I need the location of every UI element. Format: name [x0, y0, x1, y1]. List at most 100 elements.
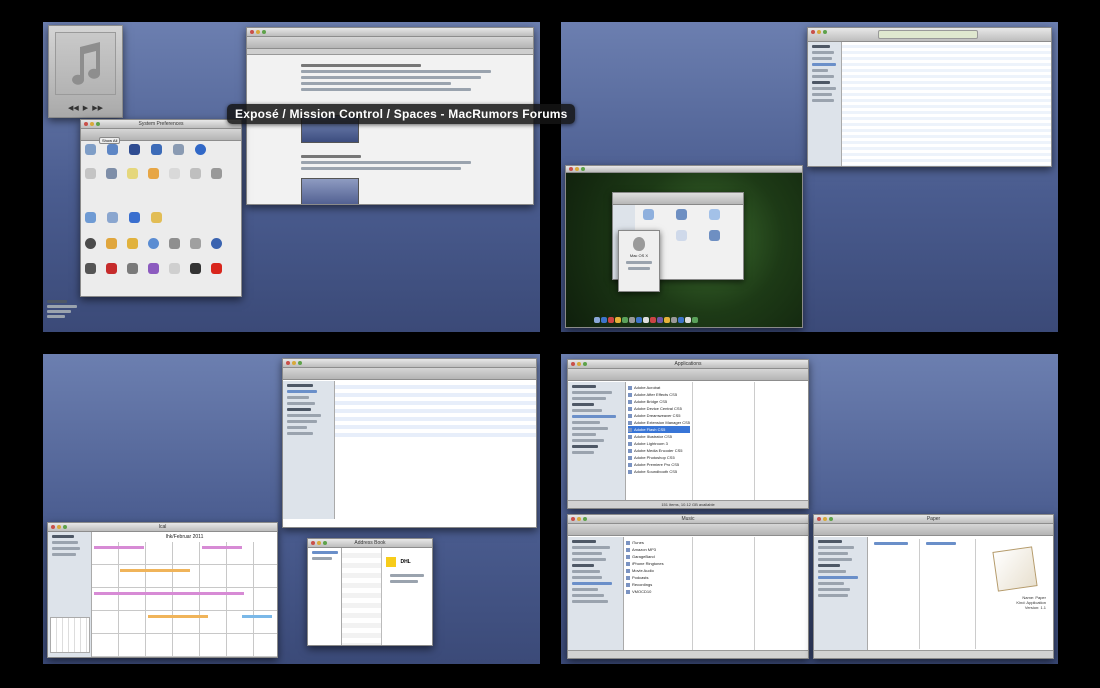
space-3[interactable]: Ical Ihk/Februar 2011 Address Book DHL	[43, 354, 540, 664]
mail-toolbar[interactable]	[283, 368, 536, 380]
screenshot-thumbnail-2[interactable]	[301, 178, 359, 204]
paper-toolbar[interactable]	[814, 524, 1053, 536]
music-titlebar[interactable]: Music	[568, 515, 808, 524]
music-column[interactable]: iTunes Amazon MP3 GarageBand iPhone Rington…	[626, 539, 690, 649]
application-item[interactable]: Adobe Soundbooth CS5	[628, 468, 690, 475]
ical-window[interactable]: Ical Ihk/Februar 2011	[47, 522, 278, 658]
browser-titlebar[interactable]	[247, 28, 533, 37]
mail-message-list[interactable]	[335, 381, 536, 437]
finder-paper-window[interactable]: Paper Name: Paper Kind: Application Versio…	[813, 514, 1054, 659]
paper-titlebar[interactable]: Paper	[814, 515, 1053, 524]
date-time-icon[interactable]	[106, 238, 117, 249]
address-book-titlebar[interactable]: Address Book	[308, 539, 432, 548]
network-icon[interactable]	[107, 212, 118, 223]
previous-icon[interactable]: ◀◀	[68, 104, 79, 112]
finder-applications-window[interactable]: Applications Adobe Acrobat Adobe After Ef…	[567, 359, 809, 509]
application-item[interactable]: Adobe Device Central CS5	[628, 405, 690, 412]
divx-icon[interactable]	[127, 263, 138, 274]
browser-toolbar[interactable]	[247, 37, 533, 49]
music-toolbar[interactable]	[568, 524, 808, 536]
startup-disk-icon[interactable]	[190, 238, 201, 249]
vmware-icon[interactable]	[211, 263, 222, 274]
trackpad-icon[interactable]	[190, 168, 201, 179]
music-item[interactable]: Podcasts	[626, 574, 690, 581]
leaf-desktop-window[interactable]: Mac OS X	[565, 165, 803, 328]
mail-mailboxes[interactable]	[283, 381, 335, 519]
month-grid[interactable]	[92, 542, 277, 657]
music-item[interactable]: Recordings	[626, 581, 690, 588]
energy-saver-icon[interactable]	[127, 168, 138, 179]
music-item[interactable]: VMOCD10	[626, 588, 690, 595]
desktop-icon[interactable]	[107, 144, 118, 155]
desktop-titlebar[interactable]	[566, 166, 802, 173]
play-icon[interactable]: ▶	[83, 104, 88, 112]
application-item[interactable]: Adobe Illustrator CS5	[628, 433, 690, 440]
contacts-list[interactable]	[342, 548, 382, 645]
space-4[interactable]: Applications Adobe Acrobat Adobe After Ef…	[561, 354, 1058, 664]
parental-controls-icon[interactable]	[127, 238, 138, 249]
mail-titlebar[interactable]	[283, 359, 536, 368]
sysprefs-toolbar[interactable]: Show All	[81, 129, 241, 144]
default-apps-icon[interactable]	[169, 263, 180, 274]
expose-icon[interactable]	[151, 144, 162, 155]
appearance-icon[interactable]	[85, 144, 96, 155]
application-item[interactable]: Adobe Dreamweaver CS5	[628, 412, 690, 419]
displays-icon[interactable]	[106, 168, 117, 179]
finder-sidebar[interactable]	[568, 382, 626, 500]
space-2[interactable]: Mac OS X	[561, 22, 1058, 332]
print-icon[interactable]	[211, 168, 222, 179]
mini-month-calendar[interactable]	[50, 617, 90, 653]
itunes-mini-player[interactable]: ◀◀ ▶ ▶▶	[48, 25, 123, 118]
accounts-icon[interactable]	[85, 238, 96, 249]
ical-titlebar[interactable]: Ical	[48, 523, 277, 532]
paper-sidebar[interactable]	[814, 537, 868, 650]
itunes-titlebar[interactable]	[808, 28, 1051, 42]
paper-column-2[interactable]	[922, 539, 976, 649]
applications-titlebar[interactable]: Applications	[568, 360, 808, 369]
sysprefs-titlebar[interactable]: System Preferences	[81, 120, 241, 129]
music-item[interactable]: iPhone Ringtones	[626, 560, 690, 567]
music-item[interactable]: Movie Audio	[626, 567, 690, 574]
dock[interactable]	[594, 317, 698, 323]
growl-icon[interactable]	[85, 263, 96, 274]
window-controls[interactable]	[286, 361, 302, 365]
dock-icon[interactable]	[129, 144, 140, 155]
playback-controls[interactable]: ◀◀ ▶ ▶▶	[55, 103, 116, 113]
next-icon[interactable]: ▶▶	[92, 104, 103, 112]
mouse-icon[interactable]	[169, 168, 180, 179]
software-update-icon[interactable]	[148, 238, 159, 249]
itunes-window[interactable]	[807, 27, 1052, 167]
address-book-window[interactable]: Address Book DHL	[307, 538, 433, 646]
system-preferences-window[interactable]: System Preferences Show All	[80, 119, 242, 297]
perian-icon[interactable]	[148, 263, 159, 274]
keyboard-icon[interactable]	[148, 168, 159, 179]
address-groups[interactable]	[308, 548, 342, 645]
itunes-track-list[interactable]	[842, 42, 1051, 166]
speech-icon[interactable]	[169, 238, 180, 249]
finder-toolbar[interactable]	[568, 369, 808, 381]
application-item[interactable]: Adobe After Effects CS5	[628, 391, 690, 398]
mobileme-icon[interactable]	[85, 212, 96, 223]
paper-column-1[interactable]	[870, 539, 920, 649]
music-sidebar[interactable]	[568, 537, 624, 650]
finder-music-window[interactable]: Music iTunes Amazon MP3 GarageBand iPhone R…	[567, 514, 809, 659]
sharing-icon[interactable]	[151, 212, 162, 223]
logitech-icon[interactable]	[190, 263, 201, 274]
application-item[interactable]: Adobe Flash CS5	[628, 426, 690, 433]
flash-player-icon[interactable]	[106, 263, 117, 274]
itunes-sidebar[interactable]	[808, 42, 842, 166]
space-1[interactable]: ◀◀ ▶ ▶▶ System Preferences Show All	[43, 22, 540, 332]
application-item[interactable]: Adobe Lightroom 3	[628, 440, 690, 447]
time-machine-icon[interactable]	[211, 238, 222, 249]
application-item[interactable]: Adobe Photoshop CS5	[628, 454, 690, 461]
application-item[interactable]: Adobe Extension Manager CS5	[628, 419, 690, 426]
application-item[interactable]: Adobe Premiere Pro CS5	[628, 461, 690, 468]
application-item[interactable]: Adobe Bridge CS5	[628, 398, 690, 405]
application-item[interactable]: Adobe Media Encoder CS5	[628, 447, 690, 454]
music-item[interactable]: Amazon MP3	[626, 546, 690, 553]
bluetooth-icon[interactable]	[129, 212, 140, 223]
cds-dvds-icon[interactable]	[85, 168, 96, 179]
about-this-mac-panel[interactable]: Mac OS X	[618, 230, 660, 292]
window-controls[interactable]	[811, 30, 827, 34]
music-item[interactable]: GarageBand	[626, 553, 690, 560]
